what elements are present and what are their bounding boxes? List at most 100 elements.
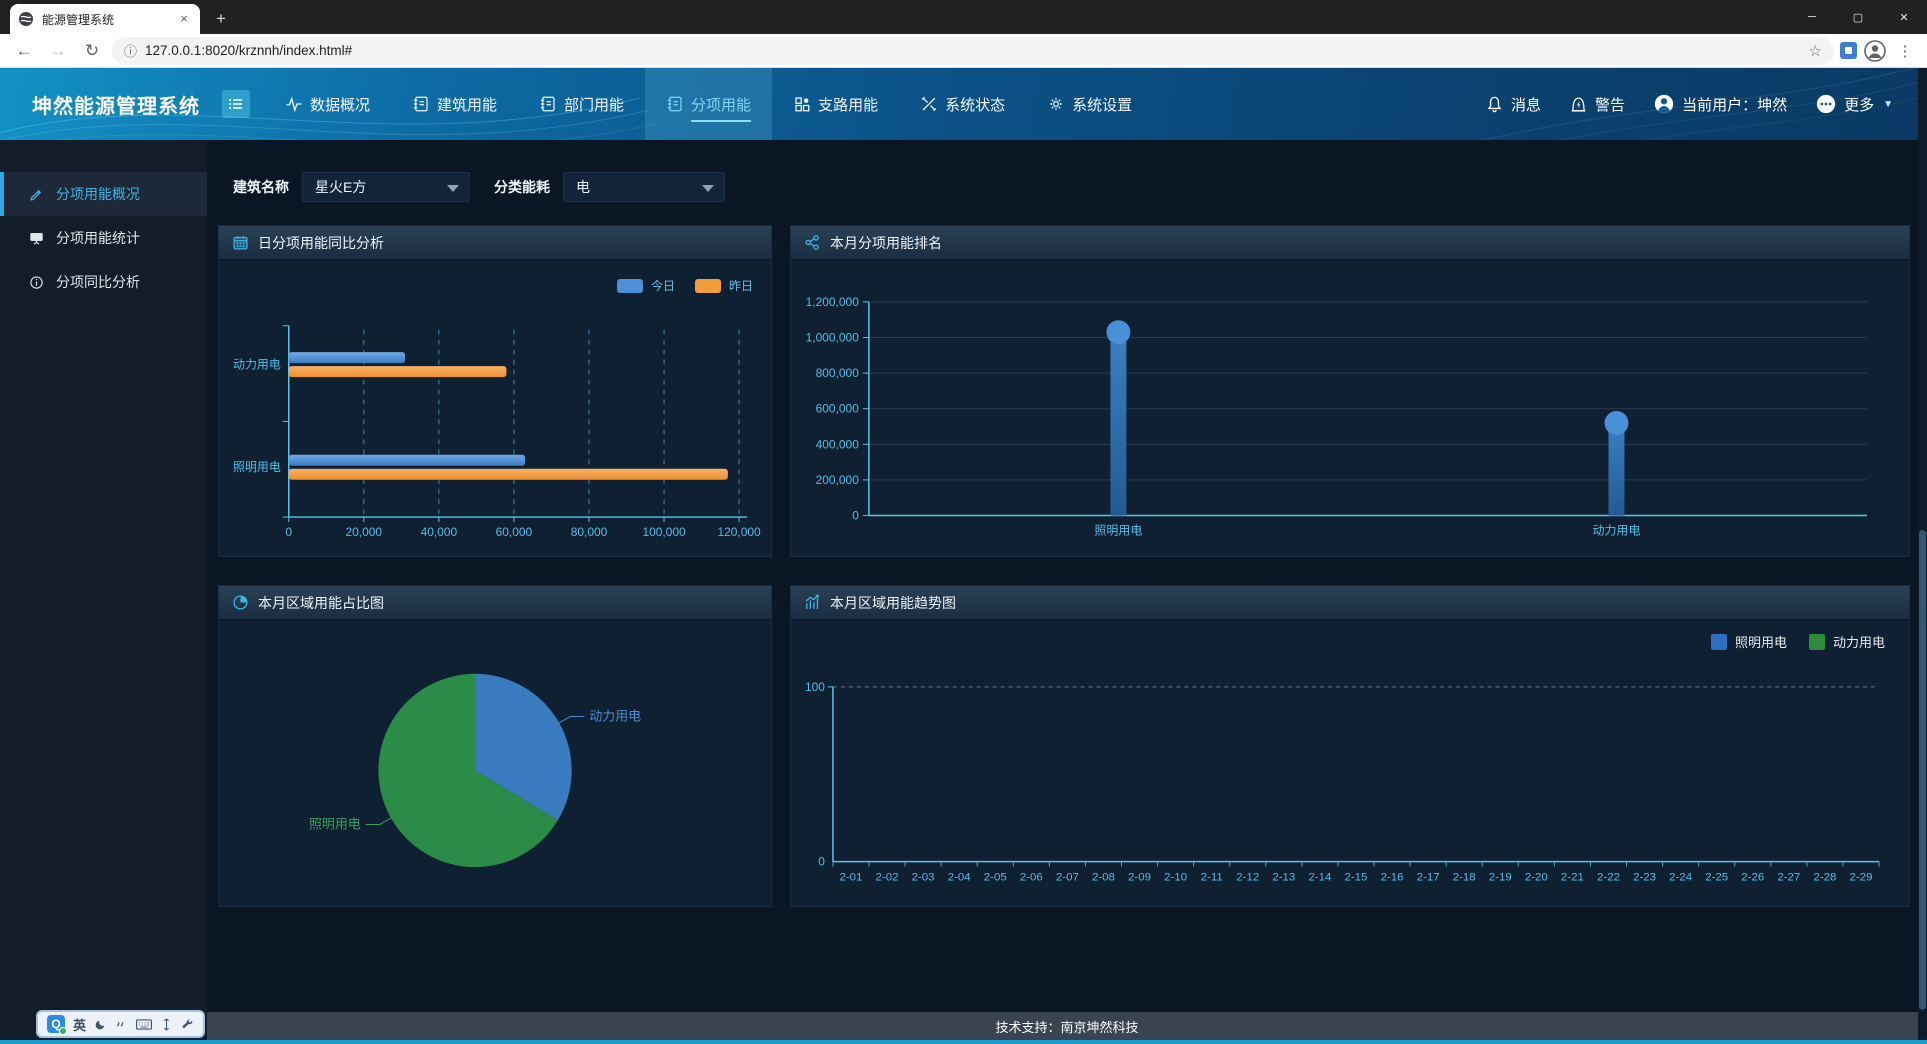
x-axis-label: 2-09 [1128,872,1151,884]
nav-menu: 数据概况 建筑用能 部门用能 分项用能 支路用能 系统状态 [264,68,1153,140]
nav-item-system-settings[interactable]: 系统设置 [1026,68,1153,140]
browser-tab[interactable]: 能源管理系统 × [10,4,200,34]
ime-moon-icon[interactable] [94,1018,107,1031]
panel-title: 本月区域用能趋势图 [830,593,956,613]
nav-item-branch-energy[interactable]: 支路用能 [772,68,899,140]
more-button[interactable]: 更多 ▼ [1815,93,1893,115]
panel-body: 今日 昨日 020,00040,00060,00080,000100,00012… [219,260,771,556]
notebook-icon [666,95,684,113]
x-axis-label: 2-16 [1381,872,1404,884]
panel-monthly-ranking: 本月分项用能排名 0200,000400,000600,000800,0001,… [790,225,1910,557]
energy-select[interactable]: 电 [563,172,725,202]
info-icon [29,275,44,290]
panel-body: 照明用电 动力用电 10002-012-022-032-042-052-062-… [791,620,1909,906]
x-axis-label: 2-17 [1417,872,1440,884]
legend-swatch-yesterday [695,279,721,293]
window-maximize-button[interactable]: ▢ [1835,0,1881,34]
ime-punctuation-icon[interactable] [115,1018,128,1031]
profile-avatar-icon[interactable] [1863,39,1887,63]
legend-label-power: 动力用电 [1833,632,1885,651]
main-content: 建筑名称 星火E方 分类能耗 电 日分项用能同比分析 今日 [207,140,1927,1012]
legend-label-lighting: 照明用电 [1735,632,1787,651]
sidebar-item-yoy-analysis[interactable]: 分项同比分析 [0,260,207,304]
y-axis-label: 600,000 [816,402,860,416]
browser-tab-strip: 能源管理系统 × + ─ ▢ ✕ [0,0,1927,34]
x-axis-label: 2-25 [1705,872,1728,884]
x-axis-label: 2-11 [1201,872,1223,884]
nav-item-department-energy[interactable]: 部门用能 [518,68,645,140]
grid-icon [793,95,811,113]
ime-wrench-icon[interactable] [181,1018,194,1031]
panel-body: 动力用电照明用电 [219,620,771,906]
y-axis-label: 1,200,000 [806,295,860,309]
nav-item-building-energy[interactable]: 建筑用能 [391,68,518,140]
ime-cursor-icon[interactable] [160,1018,173,1031]
trend-chart-icon [804,594,821,611]
reload-icon[interactable]: ↻ [78,37,106,65]
energy-select-value: 电 [576,177,590,197]
x-axis-label: 2-01 [839,872,862,884]
y-axis-label: 0 [818,855,825,869]
page-scrollbar[interactable] [1918,68,1927,1040]
app-title: 坤然能源管理系统 [32,90,200,119]
panel-area-trend: 本月区域用能趋势图 照明用电 动力用电 10002-012-022-032-04… [790,585,1910,907]
panel-daily-comparison: 日分项用能同比分析 今日 昨日 020,00040,00060,00080,00… [218,225,772,557]
window-close-button[interactable]: ✕ [1881,0,1927,34]
bar-yesterday [289,366,507,377]
current-user-button[interactable]: 当前用户：坤然 [1653,93,1787,115]
alarm-lightning-icon [1569,95,1588,114]
scrollbar-thumb[interactable] [1919,530,1926,1010]
alerts-button[interactable]: 警告 [1569,94,1625,115]
filter-row: 建筑名称 星火E方 分类能耗 电 [233,172,725,202]
browser-menu-icon[interactable]: ⋮ [1893,42,1917,60]
x-axis-label: 0 [285,525,292,539]
category-label: 照明用电 [1094,523,1142,537]
nav-right-group: 消息 警告 当前用户：坤然 更多 ▼ [1485,68,1927,140]
nav-item-subitem-energy[interactable]: 分项用能 [645,68,772,140]
x-axis-label: 2-23 [1633,872,1656,884]
bookmark-star-icon[interactable]: ☆ [1809,42,1822,60]
share-nodes-icon [804,234,821,251]
sidebar-item-subitem-statistics[interactable]: 分项用能统计 [0,216,207,260]
site-info-icon[interactable]: ⓘ [124,41,137,60]
chevron-down-icon: ▼ [1883,99,1893,110]
panel-title: 本月区域用能占比图 [258,593,384,613]
new-tab-button[interactable]: + [208,6,234,32]
ellipsis-icon [1815,93,1837,115]
x-axis-label: 2-02 [876,872,899,884]
x-axis-label: 2-04 [948,872,972,884]
calendar-icon [232,234,249,251]
extension-icon[interactable] [1840,42,1857,59]
window-minimize-button[interactable]: ─ [1789,0,1835,34]
url-field[interactable]: ⓘ 127.0.0.1:8020/krznnh/index.html# ☆ [112,37,1834,65]
window-controls: ─ ▢ ✕ [1789,0,1927,34]
category-label: 动力用电 [233,358,281,372]
menu-toggle-button[interactable] [222,90,250,118]
ime-keyboard-icon[interactable] [136,1018,152,1031]
nav-item-system-status[interactable]: 系统状态 [899,68,1026,140]
ime-logo-icon[interactable]: Q [47,1015,65,1033]
sidebar-item-subitem-overview[interactable]: 分项用能概况 [0,172,207,216]
hamburger-icon [228,96,244,112]
back-icon[interactable]: ← [10,37,38,65]
x-axis-label: 2-19 [1489,872,1512,884]
forward-icon[interactable]: → [44,37,72,65]
bell-icon [1485,95,1504,114]
tab-close-icon[interactable]: × [176,11,192,27]
panel-header: 本月分项用能排名 [791,226,1909,260]
pulse-icon [285,95,303,113]
legend-swatch-today [617,279,643,293]
ime-language-toggle[interactable]: 英 [73,1015,86,1034]
nav-item-data-overview[interactable]: 数据概况 [264,68,391,140]
pie-chart-icon [232,594,249,611]
x-axis-label: 2-22 [1597,872,1620,884]
board-icon [29,231,44,246]
messages-button[interactable]: 消息 [1485,94,1541,115]
x-axis-label: 2-06 [1020,872,1043,884]
chart-legend: 照明用电 动力用电 [1697,632,1885,651]
bar [1608,423,1624,516]
building-select[interactable]: 星火E方 [302,172,470,202]
x-axis-label: 2-12 [1236,872,1259,884]
x-axis-label: 2-08 [1092,872,1115,884]
x-axis-label: 2-18 [1453,872,1476,884]
